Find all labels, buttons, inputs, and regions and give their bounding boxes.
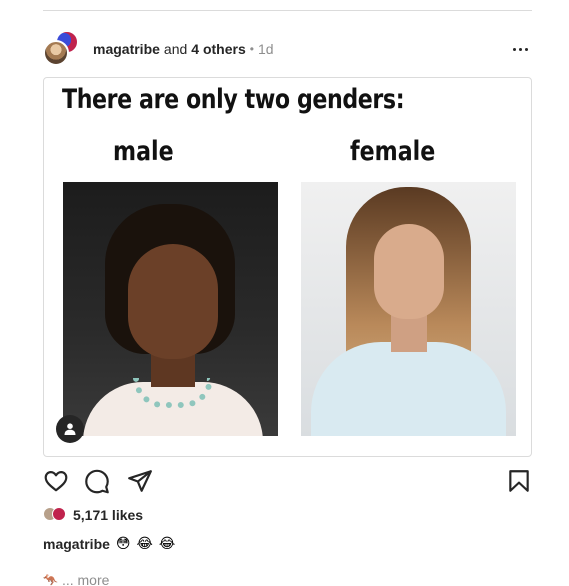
and-text: and [163, 41, 188, 57]
meme-label-right: female [350, 136, 436, 167]
dot-icon [512, 47, 516, 51]
separator-dot: • [249, 42, 254, 56]
collab-avatars[interactable] [43, 30, 81, 68]
avatar [52, 507, 66, 521]
photo-left [63, 182, 278, 436]
meme-label-left: male [113, 136, 174, 167]
post-author-line: magatribe and 4 others • 1d [93, 41, 274, 57]
like-button[interactable] [43, 468, 69, 494]
share-button[interactable] [127, 468, 153, 494]
bookmark-icon [509, 470, 529, 492]
caption-username[interactable]: magatribe [43, 536, 110, 552]
more-link[interactable]: ... more [62, 572, 109, 586]
top-divider [43, 10, 532, 11]
dot-icon [518, 47, 522, 51]
caption-emoji: 😂 [136, 536, 153, 552]
user-tag-button[interactable] [56, 415, 84, 443]
username-link[interactable]: magatribe [93, 41, 160, 57]
liker-avatars [43, 507, 67, 523]
post-media[interactable]: There are only two genders: male female [43, 77, 532, 457]
likes-row[interactable]: 5,171 likes [43, 507, 143, 523]
save-button[interactable] [506, 468, 532, 494]
caption-emoji: 🦘 [43, 573, 58, 586]
heart-icon [44, 471, 68, 492]
avatar [43, 40, 69, 66]
caption: magatribe 😳 😂 😂 [43, 536, 175, 552]
comment-button[interactable] [84, 468, 110, 494]
post-timestamp[interactable]: 1d [258, 41, 274, 57]
post-header: magatribe and 4 others • 1d [43, 30, 532, 68]
likes-count[interactable]: 5,171 likes [73, 507, 143, 523]
more-options-button[interactable] [508, 37, 532, 61]
comment-icon [85, 469, 109, 494]
photo-right [301, 182, 516, 436]
caption-more-row: 🦘 ... more [43, 572, 109, 586]
user-tag-icon [64, 423, 76, 435]
caption-emoji: 😂 [158, 536, 176, 552]
others-link[interactable]: 4 others [191, 41, 245, 57]
paper-plane-icon [128, 470, 152, 492]
dot-icon [524, 47, 528, 51]
meme-title: There are only two genders: [62, 84, 405, 115]
caption-emoji: 😳 [115, 536, 131, 552]
action-bar [43, 468, 532, 496]
